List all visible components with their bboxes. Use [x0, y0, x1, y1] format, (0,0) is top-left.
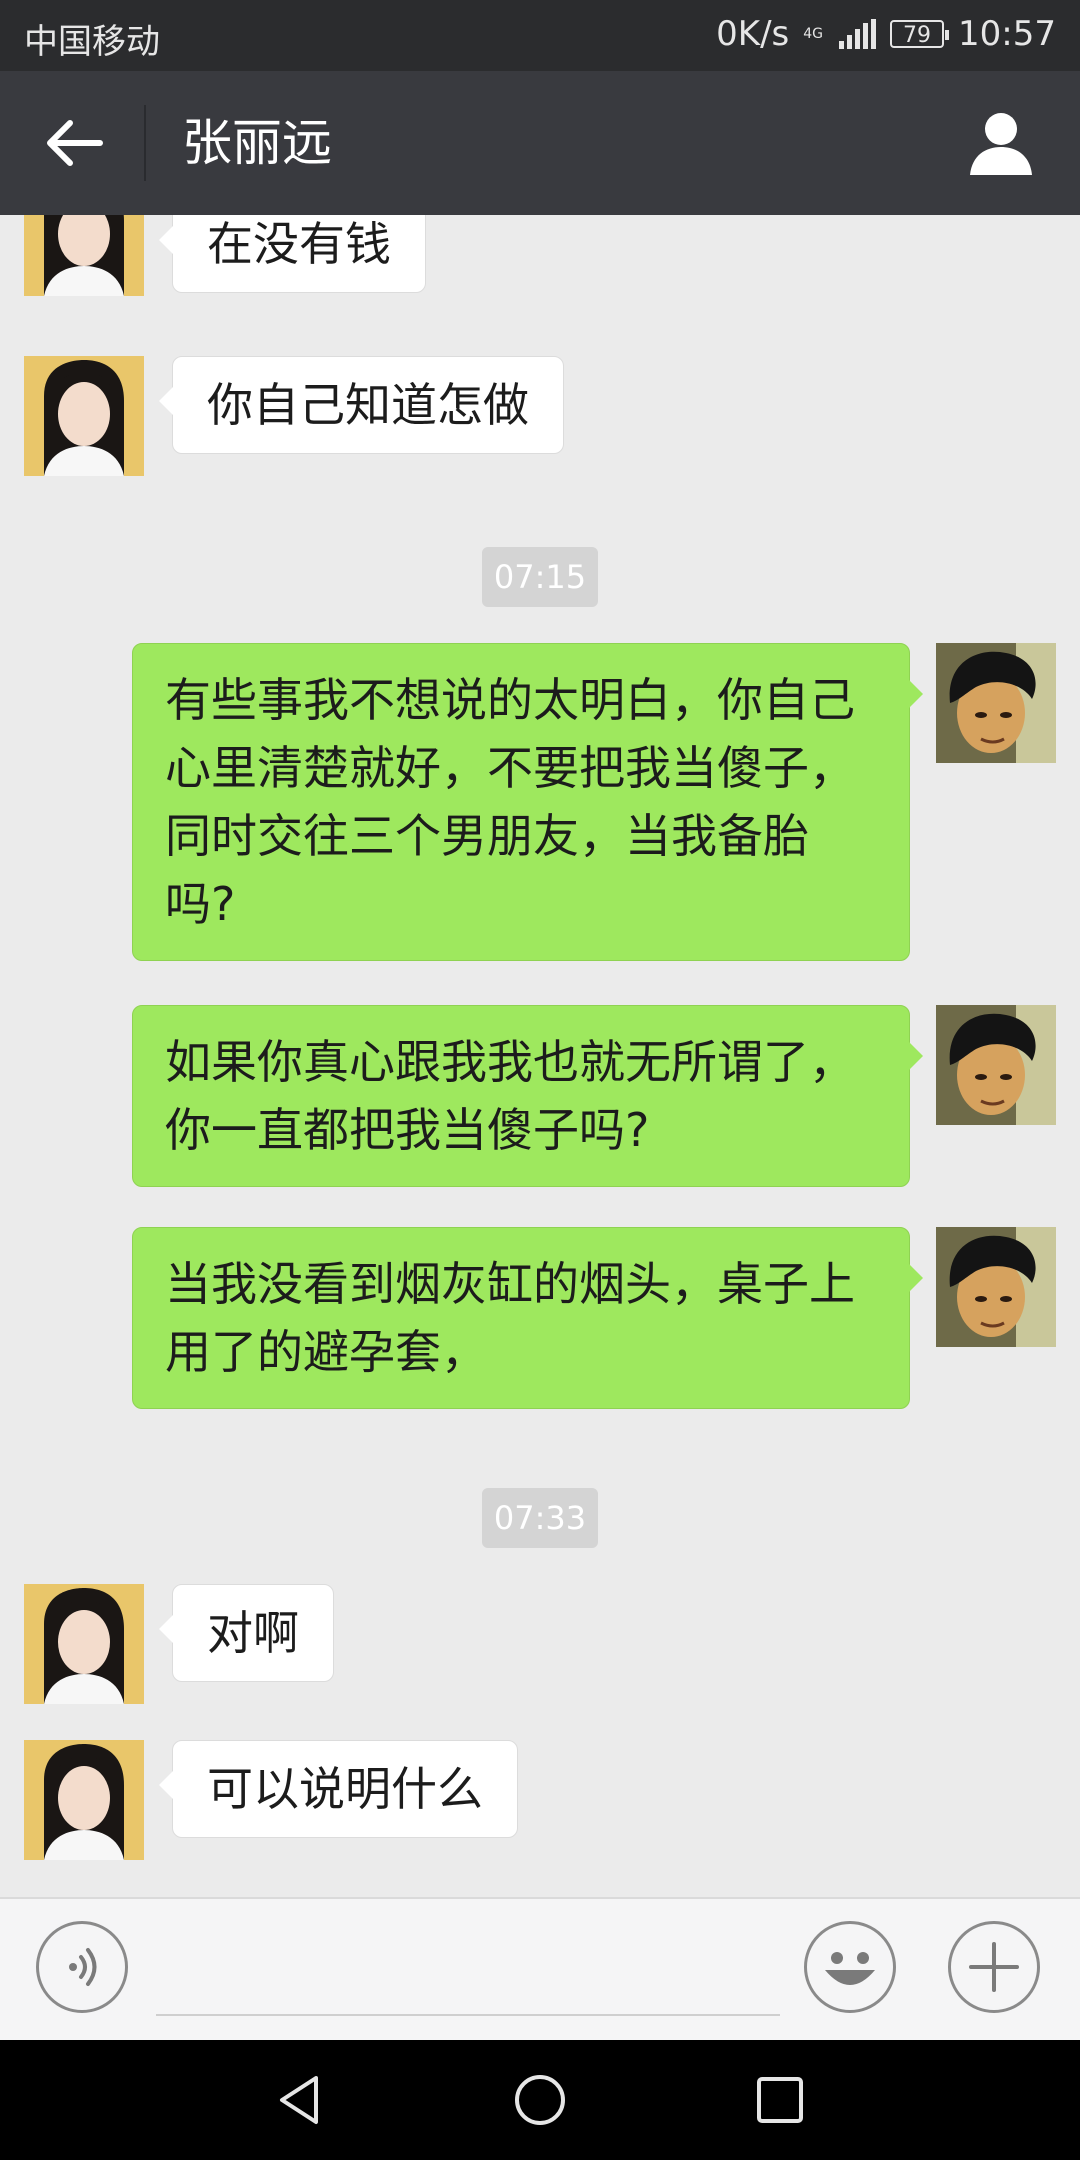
message-text-line: 用了的避孕套， [165, 1325, 487, 1379]
back-button[interactable] [40, 111, 110, 175]
voice-icon [69, 1948, 97, 1986]
chat-area[interactable]: 在没有钱 你自己知道怎做 07:15 有些事我不想说的太明白，你自己 心里清楚就… [0, 215, 1080, 1897]
header-divider [144, 105, 146, 181]
message-bubble-outgoing[interactable]: 有些事我不想说的太明白，你自己 心里清楚就好，不要把我当傻子， 同时交往三个男朋… [132, 643, 923, 961]
message-text-line: 如果你真心跟我我也就无所谓了， [165, 1035, 855, 1089]
network-type: 4G [803, 26, 824, 42]
emoji-button[interactable] [804, 1921, 896, 2013]
signal-icon [839, 19, 877, 49]
message-text-line: 吗? [165, 877, 236, 931]
contact-avatar[interactable] [24, 356, 144, 476]
message-bubble-outgoing[interactable]: 如果你真心跟我我也就无所谓了， 你一直都把我当傻子吗? [132, 1005, 923, 1187]
my-avatar[interactable] [936, 643, 1056, 763]
my-avatar[interactable] [936, 1005, 1056, 1125]
nav-home-button[interactable] [510, 2070, 570, 2130]
voice-button[interactable] [36, 1921, 128, 2013]
status-right: 0K/s 4G 79 10:57 [716, 14, 1056, 54]
battery-icon: 79 [890, 20, 950, 48]
message-bubble-outgoing[interactable]: 当我没看到烟灰缸的烟头，桌子上 用了的避孕套， [132, 1227, 923, 1409]
emoji-icon [825, 1952, 875, 1985]
message-text-line: 你一直都把我当傻子吗? [165, 1103, 650, 1157]
plus-icon [969, 1942, 1019, 1992]
message-text-line: 有些事我不想说的太明白，你自己 [165, 673, 855, 727]
status-bar: 中国移动 0K/s 4G 79 10:57 [0, 0, 1080, 71]
system-navigation-bar [0, 2040, 1080, 2160]
triangle-back-icon [280, 2076, 318, 2124]
message-bubble-incoming[interactable]: 可以说明什么 [159, 1740, 518, 1838]
square-recents-icon [757, 2077, 803, 2123]
net-speed: 0K/s [716, 14, 790, 54]
arrow-left-icon [47, 120, 103, 166]
circle-home-icon [515, 2075, 565, 2125]
message-bubble-incoming[interactable]: 你自己知道怎做 [159, 356, 564, 454]
message-bubble-incoming[interactable]: 在没有钱 [159, 215, 426, 293]
message-input[interactable] [156, 2014, 780, 2016]
contact-name: 张丽远 [182, 114, 332, 172]
message-text: 在没有钱 [207, 217, 391, 271]
message-input-bar [0, 1897, 1080, 2040]
nav-back-button[interactable] [270, 2070, 330, 2130]
more-options-button[interactable] [948, 1921, 1040, 2013]
message-text-line: 心里清楚就好，不要把我当傻子， [165, 741, 855, 795]
my-avatar[interactable] [936, 1227, 1056, 1347]
nav-recents-button[interactable] [750, 2070, 810, 2130]
message-text: 对啊 [207, 1606, 299, 1660]
message-text: 可以说明什么 [207, 1762, 483, 1816]
message-bubble-incoming[interactable]: 对啊 [159, 1584, 334, 1682]
message-text: 你自己知道怎做 [207, 378, 529, 432]
contact-avatar[interactable] [24, 215, 144, 296]
message-timestamp: 07:15 [482, 547, 598, 607]
chat-header: 张丽远 [0, 71, 1080, 215]
message-text-line: 同时交往三个男朋友，当我备胎 [165, 809, 809, 863]
contact-profile-button[interactable] [966, 109, 1036, 177]
person-icon [970, 113, 1032, 175]
carrier-label: 中国移动 [24, 22, 160, 62]
message-timestamp: 07:33 [482, 1488, 598, 1548]
contact-avatar[interactable] [24, 1740, 144, 1860]
message-text-line: 当我没看到烟灰缸的烟头，桌子上 [165, 1257, 855, 1311]
clock: 10:57 [958, 14, 1056, 54]
contact-avatar[interactable] [24, 1584, 144, 1704]
